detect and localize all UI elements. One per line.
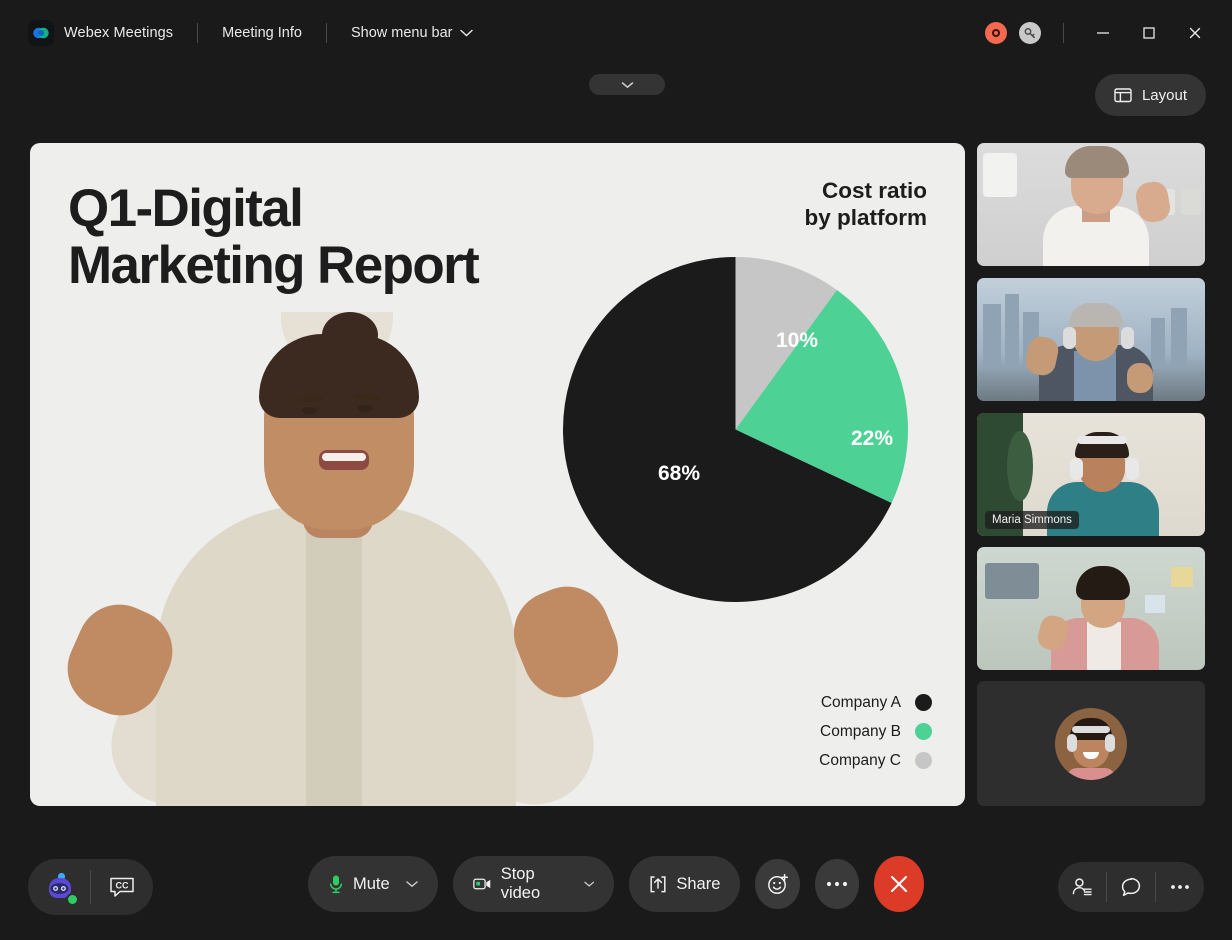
legend-item: Company C [819,746,932,775]
maximize-icon[interactable] [1126,13,1172,53]
participants-button[interactable] [1058,862,1106,912]
ellipsis-icon [1170,884,1190,890]
title-divider-1 [197,23,198,43]
ellipsis-icon [826,881,848,887]
legend-item: Company B [819,717,932,746]
reactions-button[interactable] [755,859,799,909]
chevron-down-icon [460,29,473,37]
end-call-button[interactable] [874,856,924,912]
camera-icon [473,876,492,892]
chat-button[interactable] [1107,862,1155,912]
chat-bubble-icon [1120,876,1142,898]
title-divider-2 [326,23,327,43]
webex-meeting-window: Webex Meetings Meeting Info Show menu ba… [0,0,1232,940]
webex-logo-icon [28,20,54,46]
pie-label-company-b: 22% [851,427,893,451]
layout-label: Layout [1142,87,1187,104]
chart-title: Cost ratio by platform [804,177,927,231]
show-menu-bar-label: Show menu bar [351,25,453,41]
minimize-icon[interactable] [1080,13,1126,53]
legend-label-company-a: Company A [821,694,901,712]
presenter-photo [66,316,646,806]
participant-filmstrip: Maria Simmons [977,143,1205,806]
pie-label-company-c: 10% [776,329,818,353]
participant-tile[interactable] [977,681,1205,806]
microphone-icon [328,874,344,894]
end-call-icon [887,872,911,896]
more-options-button[interactable] [815,859,859,909]
svg-text:CC: CC [116,881,129,891]
layout-button[interactable]: Layout [1095,74,1206,116]
close-icon[interactable] [1172,13,1218,53]
chart-legend: Company A Company B Company C [819,688,932,775]
chevron-down-icon [621,81,634,89]
presentation-slide: Q1-Digital Marketing Report Cost ratio b… [30,143,965,806]
stop-video-label: Stop video [501,865,568,903]
share-upload-icon [649,875,667,894]
legend-item: Company A [819,688,932,717]
legend-swatch-company-a [915,694,932,711]
title-bar: Webex Meetings Meeting Info Show menu ba… [0,0,1232,66]
share-label: Share [676,875,720,894]
smiley-plus-icon [766,872,790,896]
chevron-down-icon[interactable] [584,880,594,888]
mute-button[interactable]: Mute [308,856,438,912]
key-icon[interactable] [1019,22,1041,44]
participant-tile[interactable] [977,547,1205,670]
window-controls-group [985,13,1232,53]
participant-name-label: Maria Simmons [985,511,1079,529]
participant-tile[interactable]: Maria Simmons [977,413,1205,536]
collapse-header-handle[interactable] [589,74,665,95]
more-right-button[interactable] [1156,862,1204,912]
chevron-down-icon[interactable] [406,880,418,888]
ai-assistant-icon[interactable] [28,859,90,915]
stop-video-button[interactable]: Stop video [453,856,615,912]
participant-video [977,547,1205,670]
meeting-info-button[interactable]: Meeting Info [222,25,302,41]
title-divider-3 [1063,23,1064,43]
mute-label: Mute [353,875,390,894]
legend-label-company-b: Company B [820,723,901,741]
legend-label-company-c: Company C [819,752,901,770]
left-controls-group: CC [28,859,153,915]
right-controls-group [1058,862,1204,912]
legend-swatch-company-c [915,752,932,769]
participant-video [977,278,1205,401]
closed-captions-icon[interactable]: CC [91,859,153,915]
participants-icon [1071,876,1093,898]
pie-label-company-a: 68% [658,462,700,486]
app-title: Webex Meetings [64,25,173,41]
show-menu-bar-button[interactable]: Show menu bar [351,25,473,41]
page-title: Q1-Digital Marketing Report [68,181,478,294]
participant-tile[interactable] [977,143,1205,266]
avatar [1055,708,1127,780]
share-button[interactable]: Share [629,856,740,912]
shared-content-stage[interactable]: Q1-Digital Marketing Report Cost ratio b… [30,143,965,806]
pie-chart: 10% 22% 68% [563,257,908,602]
assistant-status-dot [66,893,79,906]
participant-video [977,143,1205,266]
legend-swatch-company-b [915,723,932,740]
layout-grid-icon [1114,87,1132,103]
record-indicator-icon[interactable] [985,22,1007,44]
center-controls-group: Mute Stop video [308,856,924,912]
participant-tile[interactable] [977,278,1205,401]
meeting-controls-bar: CC Mute [0,856,1232,918]
